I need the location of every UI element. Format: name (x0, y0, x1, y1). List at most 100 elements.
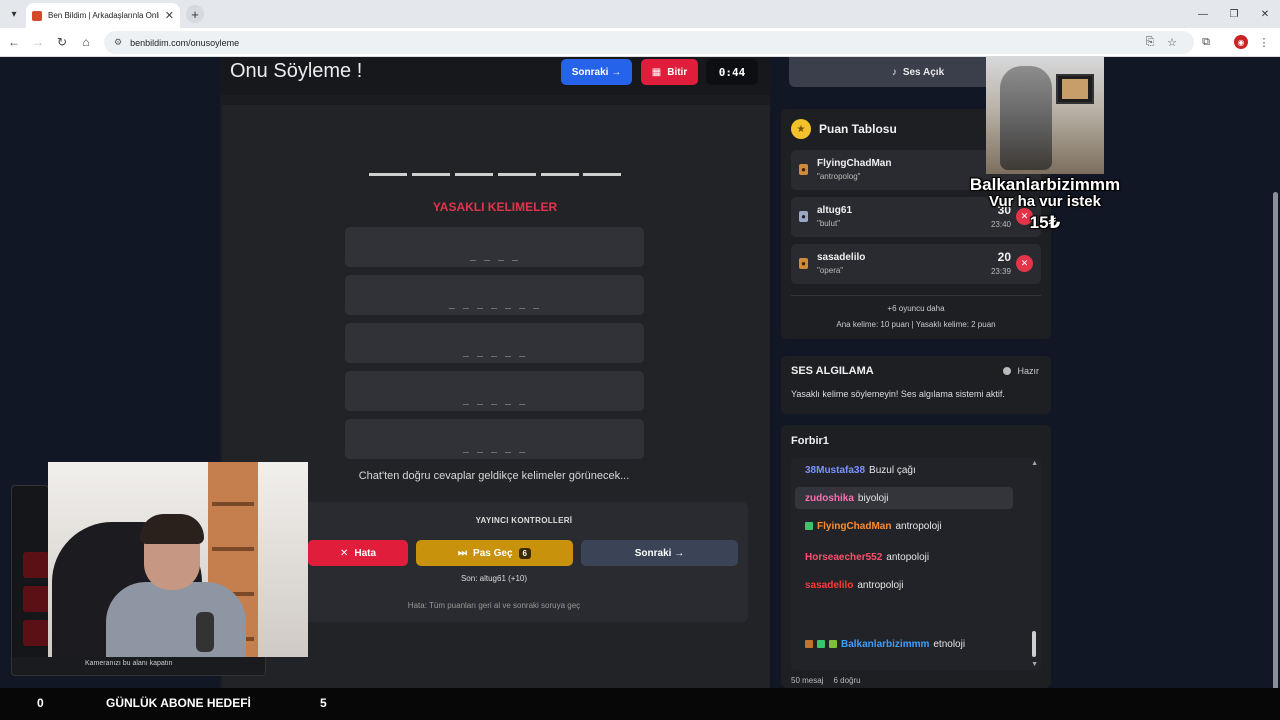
header-next-button[interactable]: Sonraki → (561, 59, 632, 85)
error-label: Hata (354, 547, 377, 559)
minimize-icon[interactable]: — (1186, 0, 1220, 28)
scroll-thumb[interactable] (1032, 631, 1036, 657)
bookmark-star-icon[interactable]: ☆ (1164, 34, 1180, 50)
last-answer: Son: altug61 (+10) (460, 574, 528, 583)
pass-label: Pas Geç (473, 547, 513, 559)
browser-tab[interactable]: Ben Bildim | Arkadaşlarınla Onli ✕ (26, 3, 180, 28)
word-slot (498, 173, 536, 176)
page-scroll-thumb[interactable] (1273, 192, 1278, 718)
scoreboard-title: Puan Tablosu (819, 122, 897, 136)
vip-badge-icon (829, 640, 837, 648)
close-window-icon[interactable]: ✕ (1248, 0, 1280, 28)
player-word: "bulut" (817, 219, 841, 228)
countdown-timer: 0:44 (706, 59, 758, 85)
chat-message: 38Mustafa38 Buzul çağı (795, 459, 916, 481)
chat-messages[interactable]: 38Mustafa38 Buzul çağı zudoshika biyoloj… (791, 458, 1041, 670)
word-slot (369, 173, 407, 176)
forbidden-word-box: _ _ _ _ _ (345, 323, 644, 363)
player-name: altug61 (817, 205, 853, 216)
player-score: 20 (997, 250, 1011, 264)
check-badge-icon (805, 522, 813, 530)
chat-message: zudoshika biyoloji (795, 487, 1013, 509)
chat-hint: Chat'ten doğru cevaplar geldikçe kelimel… (358, 470, 630, 482)
url-text: benbildim.com/onusoyleme (130, 37, 240, 48)
chat-user: Horseaecher552 (805, 551, 883, 563)
page-title: Onu Söyleme ! (230, 60, 363, 82)
tab-search-chevron-icon[interactable]: ▾ (0, 0, 28, 28)
voice-description: Yasaklı kelime söylemeyin! Ses algılama … (791, 389, 1005, 399)
chat-text: biyoloji (857, 492, 889, 504)
page-scrollbar[interactable] (1270, 57, 1280, 718)
chat-text: antropoloji (895, 520, 942, 532)
error-note: Hata: Tüm puanları geri al ve sonraki so… (407, 601, 581, 610)
close-tab-icon[interactable]: ✕ (165, 9, 174, 22)
more-players: +6 oyuncu daha (887, 304, 945, 313)
finish-button[interactable]: ▦ Bitir (641, 59, 698, 85)
word-slot (583, 173, 621, 176)
chat-footer: 50 mesaj 6 doğru (791, 676, 861, 685)
microphone (196, 612, 214, 652)
reload-icon[interactable]: ↻ (54, 34, 70, 50)
profile-avatar[interactable]: ◉ (1234, 35, 1248, 49)
subscriber-goal-bar: 0 GÜNLÜK ABONE HEDEFİ 5 (0, 688, 1280, 720)
player-name: FlyingChadMan (817, 158, 892, 169)
player-name: sasadelilo (817, 252, 866, 263)
url-field[interactable]: ⚙ benbildim.com/onusoyleme (104, 31, 1194, 54)
error-button[interactable]: ✕ Hata (308, 540, 408, 566)
restore-icon[interactable]: ❐ (1217, 0, 1251, 28)
scroll-down-icon[interactable]: ▼ (1031, 661, 1038, 668)
chat-scrollbar[interactable]: ▲ ▼ (1030, 458, 1038, 670)
player-word: "antropolog" (817, 172, 861, 181)
word-slot (455, 173, 493, 176)
goal-target: 5 (320, 696, 327, 710)
check-badge-icon (817, 640, 825, 648)
controls-next-button[interactable]: Sonraki → (581, 540, 738, 566)
goal-current: 0 (37, 696, 44, 710)
monitor-figure (1056, 74, 1094, 104)
forward-icon[interactable]: → (30, 34, 46, 50)
player-row: ● sasadelilo "opera" 20 23:39 ✕ (791, 244, 1041, 284)
skip-icon: ⏭ (458, 547, 468, 559)
chat-user: sasadelilo (805, 579, 854, 591)
chat-message: sasadelilo antropoloji (795, 574, 904, 596)
home-icon[interactable]: ⌂ (78, 34, 94, 50)
streamer-body (106, 582, 246, 657)
streamer-controls: YAYINCI KONTROLLERİ ✕ Hata ⏭ Pas Geç 6 S… (300, 502, 748, 622)
word-slot (412, 173, 450, 176)
browser-menu-icon[interactable]: ⋮ (1256, 34, 1272, 50)
message-count: 50 mesaj (791, 676, 824, 685)
scoreboard-header: ★ Puan Tablosu (791, 119, 897, 139)
player-time: 23:39 (990, 267, 1011, 276)
voice-status: Hazır (1003, 366, 1039, 376)
donation-message: Vur ha vur istek (989, 193, 1101, 210)
flag-icon: ▦ (651, 66, 662, 78)
medal-icon: ● (799, 258, 808, 269)
finish-label: Bitir (667, 66, 688, 78)
tab-title: Ben Bildim | Arkadaşlarınla Onli (48, 11, 159, 20)
extensions-icon[interactable]: ⧉ (1198, 34, 1214, 50)
chat-text: Buzul çağı (869, 464, 916, 476)
word-slot (541, 173, 579, 176)
forbidden-word-box: _ _ _ _ (345, 227, 644, 267)
scroll-up-icon[interactable]: ▲ (1031, 460, 1038, 467)
streamer-hair (140, 514, 204, 544)
new-tab-button[interactable]: + (186, 5, 204, 23)
chat-text: antropoloji (857, 579, 904, 591)
browser-tabbar: ▾ Ben Bildim | Arkadaşlarınla Onli ✕ + —… (0, 0, 1280, 28)
site-info-icon[interactable]: ⚙ (114, 37, 122, 48)
pass-button[interactable]: ⏭ Pas Geç 6 (416, 540, 573, 566)
chat-text: antopoloji (886, 551, 930, 563)
donation-amount: 15₺ (1029, 213, 1061, 232)
overlay-camera-image (986, 56, 1104, 174)
stream-side-widget (11, 485, 49, 676)
forbidden-word-box: _ _ _ _ _ (345, 371, 644, 411)
status-dot-icon (1003, 367, 1012, 375)
forbidden-word-box: _ _ _ _ _ (345, 419, 644, 459)
back-icon[interactable]: ← (6, 34, 22, 50)
webcam-image (48, 462, 308, 657)
remove-player-button[interactable]: ✕ (1016, 255, 1033, 272)
address-bar-row: ← → ↻ ⌂ ⚙ benbildim.com/onusoyleme ⎘ ☆ ⧉… (0, 28, 1280, 57)
trophy-icon: ★ (791, 119, 811, 139)
pass-count-badge: 6 (518, 547, 531, 559)
install-app-icon[interactable]: ⎘ (1142, 34, 1158, 50)
